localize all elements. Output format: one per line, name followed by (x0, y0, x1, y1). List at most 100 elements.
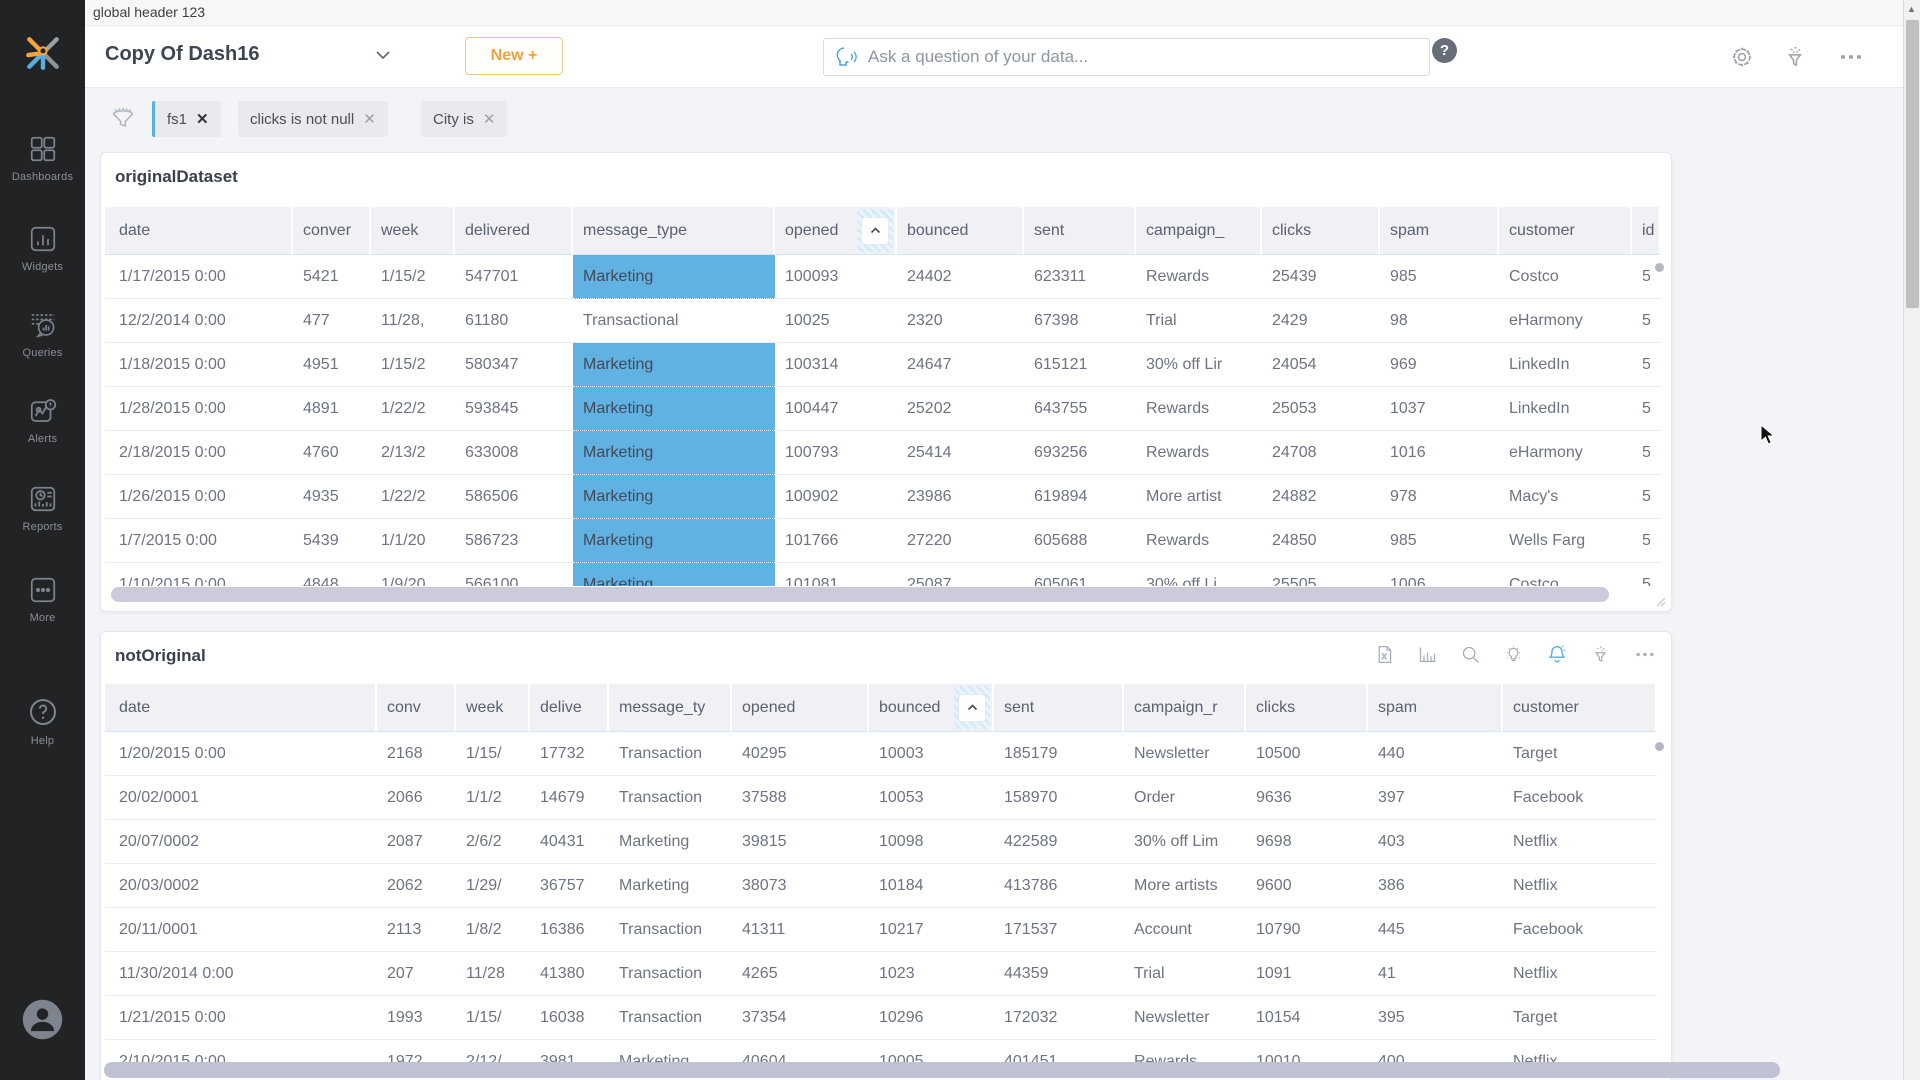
chart-type-icon[interactable] (1417, 644, 1438, 665)
chip-close-icon[interactable]: ✕ (483, 110, 496, 128)
sidebar-item-help[interactable]: Help (0, 696, 85, 747)
reports-clock-icon (30, 486, 55, 512)
scroll-up-arrow-icon[interactable]: ▲ (1907, 4, 1916, 14)
sort-ascending-button[interactable] (959, 694, 985, 721)
selected-cell[interactable]: Marketing (573, 475, 775, 519)
widgets-chart-icon (30, 226, 55, 252)
widget-filter-funnel-icon[interactable] (1590, 644, 1611, 665)
sidebar-item-dashboards[interactable]: Dashboards (0, 134, 85, 183)
cell: 41 (1368, 952, 1503, 996)
chip-close-icon[interactable]: ✕ (196, 110, 209, 128)
column-header-customer[interactable]: customer (1503, 684, 1657, 732)
cell: 978 (1380, 475, 1499, 519)
column-header-clicks[interactable]: clicks (1262, 207, 1380, 255)
cell: 477 (293, 299, 371, 343)
column-header-sent[interactable]: sent (994, 684, 1124, 732)
cell: 37588 (732, 776, 869, 820)
resize-handle[interactable] (1654, 595, 1666, 607)
cell: 23986 (897, 475, 1024, 519)
cell: 3981 (530, 1040, 609, 1063)
table-row: 1/18/2015 0:00 4951 1/15/2 580347 Marketing 1… (105, 343, 1661, 387)
app-header: Copy Of Dash16 New + Ask a question of y… (85, 26, 1903, 88)
browser-vertical-scrollbar[interactable]: ▲ (1903, 0, 1920, 1080)
cell: 1/21/2015 0:00 (105, 996, 377, 1040)
column-header-opened[interactable]: opened (775, 207, 897, 255)
column-header-delivered[interactable]: delivered (455, 207, 573, 255)
sidebar-item-alerts[interactable]: Alerts (0, 396, 85, 445)
help-button[interactable]: ? (1432, 38, 1457, 63)
filter-chip-city-is[interactable]: City is ✕ (421, 101, 508, 137)
excel-export-icon[interactable] (1374, 644, 1395, 665)
sidebar-item-queries[interactable]: Queries (0, 310, 85, 359)
selected-cell[interactable]: Marketing (573, 387, 775, 431)
column-header-spam[interactable]: spam (1368, 684, 1503, 732)
column-header-customer[interactable]: customer (1499, 207, 1632, 255)
table-row: 2/10/2015 0:00 1972 2/12/3981 Marketing 4060… (105, 1040, 1657, 1063)
column-header-spam[interactable]: spam (1380, 207, 1499, 255)
column-label: date (119, 221, 151, 239)
column-header-sent[interactable]: sent (1024, 207, 1136, 255)
column-header-clicks[interactable]: clicks (1246, 684, 1368, 732)
filter-chip-label: City is (433, 110, 474, 128)
sort-ascending-button[interactable] (862, 217, 888, 244)
column-header-week[interactable]: week (371, 207, 455, 255)
dashboard-title[interactable]: Copy Of Dash16 (105, 43, 259, 66)
cell: 185179 (994, 732, 1124, 776)
column-header-conver[interactable]: conver (293, 207, 371, 255)
column-header-message-type[interactable]: message_type (573, 207, 775, 255)
filter-chip-label: fs1 (167, 110, 188, 128)
cell: 61180 (455, 299, 573, 343)
sidebar-item-widgets[interactable]: Widgets (0, 224, 85, 273)
column-header-id[interactable]: id (1632, 207, 1661, 255)
app-logo[interactable] (22, 32, 64, 74)
selected-cell[interactable]: Marketing (573, 431, 775, 475)
settings-gear-icon[interactable] (1729, 44, 1755, 70)
search-input[interactable]: Ask a question of your data... (823, 38, 1430, 76)
column-header-date[interactable]: date (105, 684, 377, 732)
cell: 547701 (455, 255, 573, 299)
cell: Rewards (1136, 519, 1262, 563)
vertical-scrollbar[interactable] (1655, 263, 1664, 272)
cell: 10296 (869, 996, 994, 1040)
sidebar-item-reports[interactable]: Reports (0, 484, 85, 533)
vertical-scrollbar[interactable] (1655, 742, 1664, 751)
selected-cell[interactable]: Marketing (573, 343, 775, 387)
column-header-bounced[interactable]: bounced (897, 207, 1024, 255)
zoom-search-icon[interactable] (1460, 644, 1481, 665)
sidebar-item-more[interactable]: More (0, 575, 85, 624)
cell: 37354 (732, 996, 869, 1040)
dashboard-title-chevron-down-icon[interactable] (375, 50, 391, 60)
chip-close-icon[interactable]: ✕ (363, 110, 376, 128)
column-header-message-ty[interactable]: message_ty (609, 684, 732, 732)
scrollbar-thumb[interactable] (1906, 20, 1919, 308)
column-header-opened[interactable]: opened (732, 684, 869, 732)
page-horizontal-scrollbar[interactable] (104, 1062, 1780, 1078)
cell: 2113 (377, 908, 456, 952)
selected-cell[interactable]: Marketing (573, 255, 775, 299)
column-header-date[interactable]: date (105, 207, 293, 255)
column-header-delive[interactable]: delive (530, 684, 609, 732)
alerts-bell-active-icon[interactable] (1546, 643, 1568, 665)
column-header-bounced[interactable]: bounced (869, 684, 994, 732)
column-header-conv[interactable]: conv (377, 684, 456, 732)
cell: Netflix (1503, 952, 1657, 996)
filter-funnel-sparkle-icon[interactable] (1782, 44, 1808, 70)
selected-cell[interactable]: Marketing (573, 563, 775, 586)
insights-bulb-icon[interactable] (1503, 644, 1524, 665)
sidebar-item-label: Widgets (21, 261, 64, 273)
filter-chip-clicks-not-null[interactable]: clicks is not null ✕ (238, 101, 388, 137)
column-header-campaign-r[interactable]: campaign_r (1124, 684, 1246, 732)
new-button[interactable]: New + (465, 37, 563, 75)
filter-chip-fs1[interactable]: fs1 ✕ (152, 101, 221, 137)
widget-more-ellipsis-icon[interactable] (1633, 644, 1657, 665)
cell: 9600 (1246, 864, 1368, 908)
widget-title: notOriginal (115, 646, 206, 665)
horizontal-scrollbar[interactable] (111, 587, 1609, 602)
column-header-campaign-[interactable]: campaign_ (1136, 207, 1262, 255)
header-more-ellipsis-icon[interactable] (1837, 44, 1865, 70)
column-header-week[interactable]: week (456, 684, 530, 732)
cell: 10053 (869, 776, 994, 820)
user-avatar[interactable] (21, 998, 64, 1041)
cell: 1993 (377, 996, 456, 1040)
selected-cell[interactable]: Marketing (573, 519, 775, 563)
